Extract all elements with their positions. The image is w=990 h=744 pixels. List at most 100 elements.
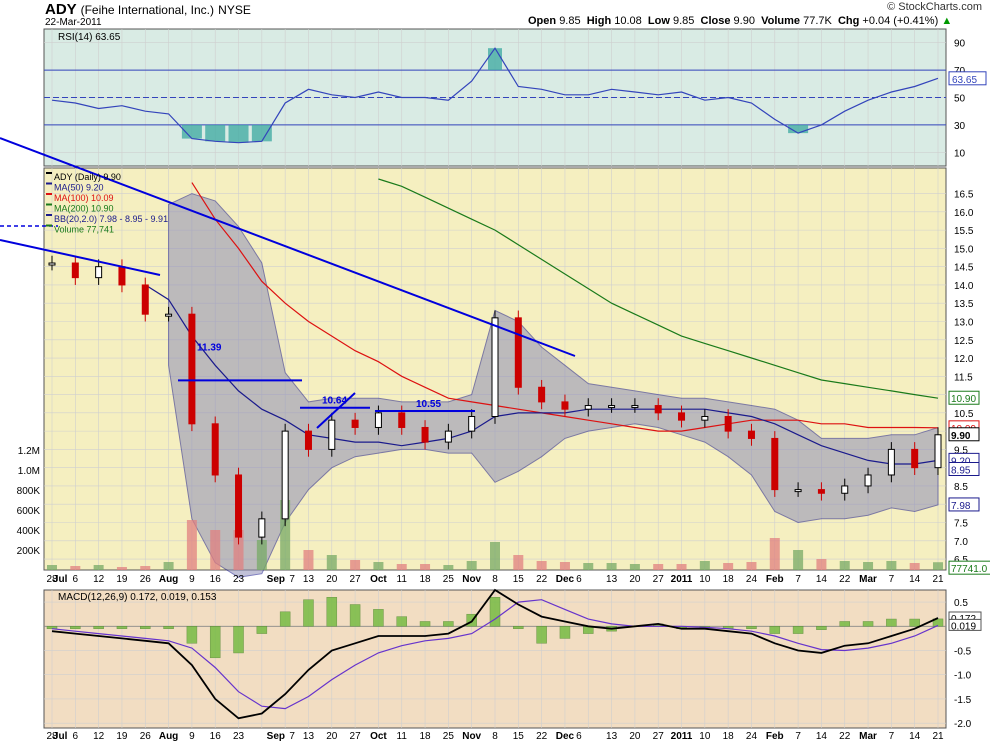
macd-panel: 0.5 -0.5 -1.0 -1.5 -2.0 MACD(12,26,9) 0.172, …: [43, 588, 982, 730]
x-tick-label-macd: 22: [536, 731, 548, 742]
macd-histogram-bar: [513, 626, 524, 629]
x-tick-label-macd: 6: [576, 731, 582, 742]
price-tick-label: 11.5: [954, 372, 973, 383]
candle-body: [817, 489, 825, 494]
macd-histogram-bar: [163, 626, 174, 629]
x-tick-label-price: 24: [746, 574, 758, 585]
volume-bar: [793, 550, 804, 570]
legend-swatch: [46, 224, 52, 227]
x-tick-label-price: 8: [492, 574, 498, 585]
rsi-tick-label: 30: [954, 121, 966, 132]
x-tick-label-macd: 19: [116, 731, 128, 742]
macd-tick-label: -2.0: [954, 719, 972, 730]
rsi-oversold-fill: [251, 124, 272, 142]
macd-value-label: 0.019: [951, 621, 976, 632]
x-tick-label-price: 18: [723, 574, 735, 585]
volume-bar: [629, 564, 640, 570]
x-tick-label-macd: 21: [932, 731, 944, 742]
volume-bar: [163, 562, 174, 570]
x-tick-label-price: 21: [932, 574, 944, 585]
candle-body: [794, 489, 802, 493]
price-tick-label: 16.5: [954, 190, 974, 201]
volume-tick-label: 600K: [17, 506, 41, 517]
volume-bar: [606, 563, 617, 570]
legend-swatch: [46, 203, 52, 206]
candle-body: [71, 262, 79, 279]
candle-body: [724, 416, 732, 432]
x-tick-label-price: 7: [889, 574, 895, 585]
annotation-label: 10.64: [322, 396, 347, 407]
macd-histogram-bar: [186, 626, 198, 644]
x-tick-label-macd: 23: [233, 731, 245, 742]
annotation-label: 10.55: [416, 399, 441, 410]
candle-body: [374, 412, 382, 428]
volume-bar: [210, 530, 221, 570]
x-tick-label-price: 2011: [671, 574, 693, 585]
volume-bar: [140, 566, 151, 570]
annotation-label: 11.39: [197, 342, 222, 353]
rsi-panel: 9070503010RSI(14) 63.6563.65: [43, 28, 987, 167]
x-tick-label-macd: 26: [140, 731, 152, 742]
price-value-label: 8.95: [951, 466, 971, 477]
volume-tick-label: 1.0M: [18, 466, 40, 477]
candle-body: [281, 430, 289, 520]
volume-bar: [116, 567, 127, 570]
candle-body: [538, 386, 546, 403]
x-tick-label-macd: 20: [326, 731, 338, 742]
x-tick-label-price: 19: [116, 574, 128, 585]
legend-entry: MA(50) 9.20: [54, 183, 104, 193]
x-tick-label-macd: 7: [795, 731, 801, 742]
rsi-tick-label: 10: [954, 148, 966, 159]
price-tick-label: 14.0: [954, 281, 974, 292]
candle-body: [351, 419, 359, 428]
legend-swatch: [46, 182, 52, 185]
price-tick-label: 15.0: [954, 244, 974, 255]
candle-body: [654, 405, 662, 414]
volume-bar: [559, 562, 570, 570]
volume-bar: [47, 565, 57, 570]
volume-bar: [863, 562, 874, 570]
candle-body: [747, 430, 755, 439]
x-tick-label-macd: 14: [816, 731, 828, 742]
x-tick-label-price: 25: [443, 574, 455, 585]
candle-body: [701, 416, 709, 421]
candle-body: [328, 419, 336, 450]
x-tick-label-price: 22: [839, 574, 851, 585]
volume-bar: [816, 559, 827, 570]
volume-bar: [466, 561, 477, 570]
x-tick-label-macd: 16: [210, 731, 222, 742]
x-tick-label-price: 7: [795, 574, 801, 585]
legend-entry: ADY (Daily) 9.90: [54, 172, 121, 182]
x-tick-label-price: Oct: [370, 574, 387, 585]
x-tick-label-macd: 27: [350, 731, 362, 742]
price-panel: 16.5 16.0 15.5 15.0 14.5 14.0 13.5 13.0 12.5 12.0…: [0, 137, 990, 578]
macd-histogram-bar: [886, 618, 897, 627]
macd-histogram-bar: [46, 626, 58, 629]
macd-histogram-bar: [746, 626, 757, 629]
x-tick-label-price: 7: [289, 574, 295, 585]
macd-histogram-bar: [279, 611, 291, 627]
macd-tick-label: -0.5: [954, 647, 972, 658]
candle-body: [398, 412, 406, 428]
rsi-tick-label: 50: [954, 94, 966, 105]
x-tick-label-price: Aug: [159, 574, 178, 585]
volume-tick-label: 400K: [17, 526, 41, 537]
candle-body: [141, 284, 149, 315]
macd-histogram-bar: [93, 626, 104, 629]
legend-entry: Volume 77,741: [54, 225, 114, 235]
volume-bar: [256, 540, 267, 570]
volume-bar: [746, 562, 757, 570]
x-tick-label-macd: 13: [303, 731, 315, 742]
candle-body: [235, 474, 243, 538]
legend-entry: MA(200) 10.90: [54, 204, 114, 214]
x-tick-label-macd: 24: [746, 731, 758, 742]
volume-bar: [839, 561, 850, 570]
volume-bar: [396, 564, 407, 570]
x-tick-label-price: 18: [419, 574, 431, 585]
x-tick-label-macd: 6: [73, 731, 79, 742]
rsi-overbought-fill: [488, 48, 502, 71]
price-tick-label: 13.5: [954, 299, 974, 310]
x-tick-label-price: Feb: [766, 574, 784, 585]
x-tick-label-price: 10: [699, 574, 711, 585]
price-tick-label: 16.0: [954, 208, 974, 219]
